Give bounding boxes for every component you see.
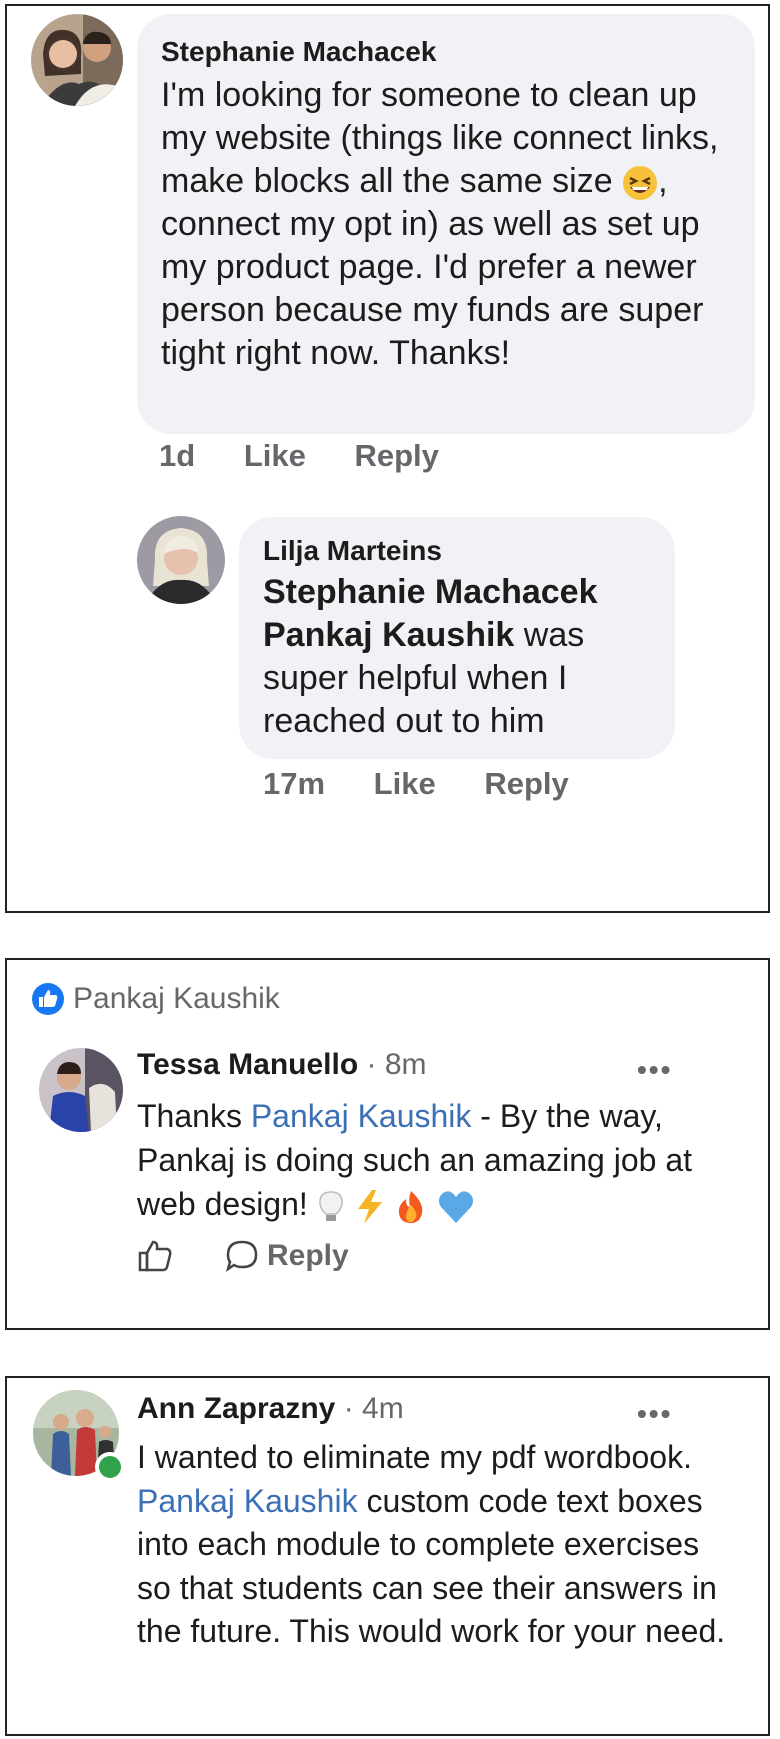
- liked-by-row: Pankaj Kaushik: [31, 982, 280, 1016]
- comment-panel: Pankaj Kaushik Tessa Manuello · 8m ••• T…: [5, 958, 770, 1330]
- blue-heart-icon: [439, 1190, 474, 1223]
- comment-time: 1d: [159, 438, 196, 473]
- profile-photo-icon: [137, 516, 225, 604]
- avatar[interactable]: [31, 14, 123, 106]
- comment-author[interactable]: Stephanie Machacek: [161, 36, 731, 68]
- like-button-icon[interactable]: [137, 1238, 173, 1274]
- reply-button[interactable]: Reply: [354, 438, 438, 474]
- separator: ·: [366, 1048, 377, 1081]
- lightbulb-icon: [318, 1190, 343, 1221]
- liked-by-name[interactable]: Pankaj Kaushik: [73, 982, 280, 1016]
- like-button[interactable]: Like: [244, 438, 306, 474]
- mention[interactable]: Stephanie Machacek: [263, 573, 597, 611]
- profile-photo-icon: [31, 14, 123, 106]
- mention[interactable]: Pankaj Kaushik: [263, 616, 514, 654]
- reply-icon[interactable]: [225, 1239, 259, 1273]
- comment-actions: Reply: [137, 1238, 349, 1274]
- grinning-squinting-face-icon: [623, 166, 658, 201]
- lightning-icon: [357, 1189, 382, 1224]
- online-status-indicator: [95, 1452, 125, 1482]
- comment-bubble: Stephanie Machacek I'm looking for someo…: [137, 14, 755, 434]
- comment-actions: 1d Like Reply: [159, 438, 479, 474]
- avatar[interactable]: [137, 516, 225, 604]
- comment-header: Tessa Manuello · 8m: [137, 1048, 427, 1082]
- like-badge-icon: [32, 983, 64, 1015]
- reply-author[interactable]: Lilja Marteins: [263, 535, 651, 567]
- separator: ·: [343, 1392, 354, 1425]
- profile-photo-icon: [39, 1048, 123, 1132]
- comment-author[interactable]: Tessa Manuello: [137, 1048, 358, 1081]
- like-button[interactable]: Like: [374, 766, 436, 802]
- comment-text: I wanted to eliminate my pdf wordbook. P…: [137, 1439, 726, 1649]
- reply-button[interactable]: Reply: [267, 1239, 349, 1273]
- fire-icon: [399, 1190, 423, 1223]
- reply-button[interactable]: Reply: [484, 766, 568, 802]
- more-options-icon[interactable]: •••: [637, 1398, 672, 1430]
- comment-text: Thanks Pankaj Kaushik - By the way, Pank…: [137, 1094, 757, 1226]
- mention-link[interactable]: Pankaj Kaushik: [137, 1483, 358, 1519]
- comment-author[interactable]: Ann Zaprazny: [137, 1392, 335, 1425]
- comment-thread-panel: Stephanie Machacek I'm looking for someo…: [5, 4, 770, 913]
- comment-time: 8m: [384, 1048, 427, 1081]
- comment-text: I'm looking for someone to clean up my w…: [161, 76, 719, 372]
- avatar[interactable]: [39, 1048, 123, 1132]
- reply-text: Stephanie Machacek Pankaj Kaushik was su…: [263, 573, 598, 740]
- comment-time: 4m: [362, 1392, 404, 1425]
- reply-bubble: Lilja Marteins Stephanie Machacek Pankaj…: [239, 517, 675, 759]
- comment-panel: Ann Zaprazny · 4m ••• I wanted to elimin…: [5, 1376, 770, 1736]
- reply-actions: 17m Like Reply: [263, 766, 609, 802]
- more-options-icon[interactable]: •••: [637, 1054, 672, 1086]
- mention-link[interactable]: Pankaj Kaushik: [251, 1098, 472, 1134]
- comment-header: Ann Zaprazny · 4m: [137, 1392, 404, 1426]
- reply-time: 17m: [263, 766, 326, 801]
